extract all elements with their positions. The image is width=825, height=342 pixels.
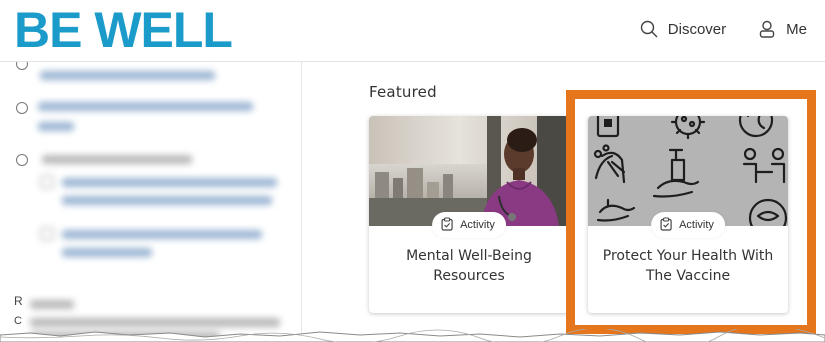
app-page: BE WELL Discover Me R C Featured Activit… [0,0,825,342]
nav-discover-label: Discover [667,20,727,38]
clipboard-icon [441,216,453,234]
hygiene-icons-illustration [588,116,788,226]
radio-icon[interactable] [16,154,28,166]
card-title: Mental Well-Being Resources [406,248,532,284]
activity-badge-label: Activity [679,219,714,231]
top-header: BE WELL Discover Me [0,0,825,62]
nav-me[interactable]: Me [754,18,811,40]
featured-heading: Featured [369,83,437,101]
activity-badge: Activity [432,212,506,238]
nav-me-label: Me [786,20,807,38]
featured-card-protect-health-vaccine[interactable]: Activity Protect Your Health With The Va… [588,116,788,313]
radio-icon[interactable] [16,102,28,114]
be-well-logo[interactable]: BE WELL [14,2,233,58]
top-nav: Discover Me [636,18,811,40]
clipboard-icon [660,216,672,234]
sidebar-blurred-tasks: R C [0,62,302,342]
section-label-partial: R [14,294,23,308]
torn-edge-decoration [0,329,825,342]
featured-card-mental-wellbeing[interactable]: Activity Mental Well-Being Resources [369,116,569,313]
activity-badge-label: Activity [460,219,495,231]
card-title: Protect Your Health With The Vaccine [602,248,774,284]
nav-discover[interactable]: Discover [636,18,730,40]
search-icon [640,20,658,38]
user-icon [758,20,776,38]
activity-badge: Activity [651,212,725,238]
blurred-content [0,62,301,342]
photo-nurse-at-window [369,116,569,226]
main-content: Featured Activity Mental Well-Being Reso… [303,62,825,342]
section-letter-partial: C [14,315,22,327]
